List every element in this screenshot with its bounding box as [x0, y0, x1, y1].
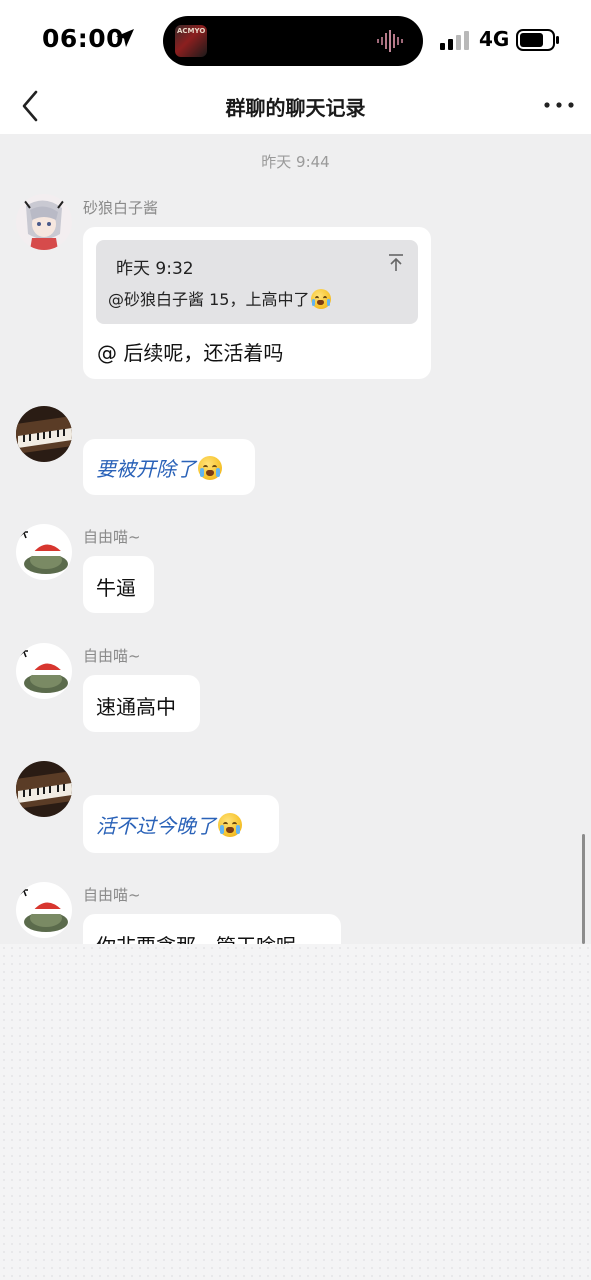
sender-name: 砂狼白子酱	[83, 199, 159, 217]
message-text: 速通高中	[96, 695, 176, 719]
dynamic-island[interactable]: ACMYO	[163, 16, 423, 66]
page-title: 群聊的聊天记录	[225, 96, 366, 120]
pin-top-icon	[389, 254, 403, 271]
blank-area	[0, 944, 591, 1280]
message-bubble[interactable]: 你非要贪那一管干啥呢	[83, 914, 341, 944]
message-bubble[interactable]: 活不过今晚了	[83, 795, 279, 853]
quote-text: @砂狼白子酱 15，上高中了	[108, 286, 332, 310]
message-text: 要被开除了	[96, 457, 196, 481]
avatar[interactable]	[16, 524, 72, 580]
waveform-icon	[377, 30, 403, 52]
crying-emoji-icon	[218, 813, 242, 837]
network-type: 4G	[479, 27, 510, 51]
avatar[interactable]	[16, 643, 72, 699]
more-dots-icon[interactable]	[541, 90, 577, 120]
message-bubble[interactable]: 牛逼	[83, 556, 154, 613]
crying-emoji-icon	[198, 456, 222, 480]
battery-icon	[516, 29, 559, 51]
sender-name: 自由喵~	[83, 647, 141, 665]
quote-time: 昨天 9:32	[116, 259, 194, 279]
message-text-line: 要被开除了	[96, 453, 222, 482]
message-text: 你非要贪那一管干啥呢	[96, 930, 296, 944]
avatar[interactable]	[16, 194, 72, 250]
message-text: 活不过今晚了	[96, 814, 216, 838]
chat-history[interactable]: 昨天 9:44 砂狼白子酱 昨天 9:32 @砂狼白子酱 15，上高中了 @ 后…	[0, 134, 591, 944]
message-bubble[interactable]: 昨天 9:32 @砂狼白子酱 15，上高中了 @ 后续呢，还活着吗	[83, 227, 431, 379]
status-bar: 06:00 ACMYO 4G	[0, 0, 591, 80]
avatar[interactable]	[16, 406, 72, 462]
message-text: 牛逼	[96, 576, 136, 600]
nav-bar: 群聊的聊天记录	[0, 80, 591, 134]
screen: 06:00 ACMYO 4G 群聊的聊天记录 昨天 9:44 砂狼白子酱 昨天 …	[0, 0, 591, 1280]
now-playing-artwork: ACMYO	[175, 25, 207, 57]
avatar[interactable]	[16, 882, 72, 938]
message-bubble[interactable]: 要被开除了	[83, 439, 255, 495]
time-divider: 昨天 9:44	[261, 153, 330, 171]
quoted-message[interactable]: 昨天 9:32 @砂狼白子酱 15，上高中了	[96, 240, 418, 324]
crying-emoji-icon	[311, 289, 332, 309]
location-arrow-icon	[116, 29, 134, 47]
status-time: 06:00	[42, 24, 125, 53]
message-bubble[interactable]: 速通高中	[83, 675, 200, 732]
message-text: @ 后续呢，还活着吗	[97, 341, 284, 365]
sender-name: 自由喵~	[83, 886, 141, 904]
scroll-indicator[interactable]	[582, 834, 585, 944]
artwork-label: ACMYO	[177, 27, 206, 35]
sender-name: 自由喵~	[83, 528, 141, 546]
signal-icon	[440, 31, 469, 50]
avatar[interactable]	[16, 761, 72, 817]
message-text-line: 活不过今晚了	[96, 810, 242, 839]
